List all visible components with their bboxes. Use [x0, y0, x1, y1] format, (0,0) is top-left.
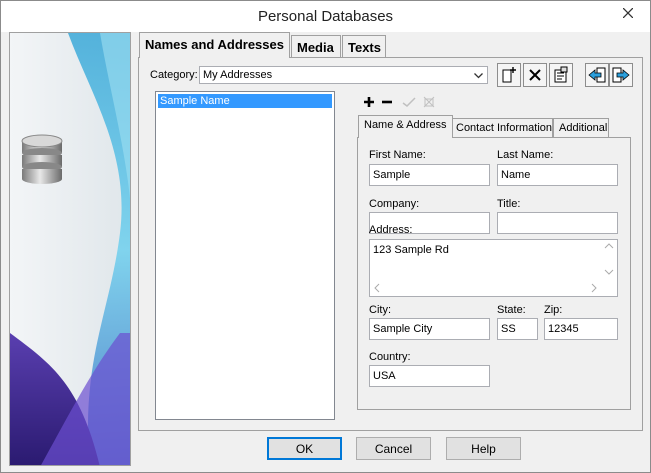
- import-icon: [588, 67, 606, 83]
- names-addresses-panel: Category: My Addresses Sample Name Name …: [138, 57, 643, 431]
- remove-entry-button[interactable]: [379, 94, 395, 110]
- window-title: Personal Databases: [257, 8, 394, 25]
- cancel-button[interactable]: Cancel: [356, 437, 431, 460]
- address-textarea[interactable]: 123 Sample Rd: [369, 239, 618, 297]
- category-label: Category:: [150, 69, 198, 81]
- tab-name-address[interactable]: Name & Address: [358, 115, 453, 138]
- first-name-label: First Name:: [369, 149, 426, 161]
- title-field[interactable]: [497, 212, 618, 234]
- edit-category-button[interactable]: [549, 63, 573, 87]
- state-field[interactable]: SS: [497, 318, 538, 340]
- country-label: Country:: [369, 351, 411, 363]
- city-label: City:: [369, 304, 391, 316]
- address-horizontal-scrollbar[interactable]: [370, 280, 601, 296]
- address-value: 123 Sample Rd: [373, 244, 449, 256]
- address-label: Address:: [369, 224, 413, 236]
- new-category-button[interactable]: [497, 63, 521, 87]
- title-bar: Personal Databases: [1, 1, 650, 32]
- confirm-icon: [402, 97, 416, 107]
- tab-additional[interactable]: Additional: [553, 118, 609, 138]
- names-list[interactable]: Sample Name: [155, 91, 335, 420]
- chevron-down-icon: [474, 70, 483, 82]
- discard-entry-button[interactable]: [421, 94, 437, 110]
- last-name-label: Last Name:: [497, 149, 554, 161]
- delete-category-button[interactable]: [523, 63, 547, 87]
- banner-graphic: [10, 33, 130, 465]
- add-entry-button[interactable]: [361, 94, 377, 110]
- dialog-window: Personal Databases Names and Addresses M…: [0, 0, 651, 473]
- city-field[interactable]: Sample City: [369, 318, 490, 340]
- zip-field[interactable]: 12345: [544, 318, 618, 340]
- export-icon: [612, 67, 630, 83]
- remove-icon: [382, 100, 392, 104]
- first-name-label-text: First Name:: [369, 149, 426, 161]
- confirm-entry-button[interactable]: [401, 94, 417, 110]
- export-button[interactable]: [609, 63, 633, 87]
- new-category-icon: [502, 67, 516, 83]
- tab-names-and-addresses[interactable]: Names and Addresses: [139, 32, 290, 58]
- name-address-panel: First Name: Sample Last Name: Name Compa…: [357, 137, 631, 410]
- database-icon: [20, 133, 64, 188]
- category-select[interactable]: My Addresses: [199, 66, 488, 84]
- address-vertical-scrollbar[interactable]: [601, 240, 617, 280]
- state-label: State:: [497, 304, 526, 316]
- list-item[interactable]: Sample Name: [158, 94, 332, 108]
- import-button[interactable]: [585, 63, 609, 87]
- sidebar-banner: [9, 32, 131, 466]
- close-icon: [623, 8, 633, 18]
- edit-category-icon: [554, 66, 568, 83]
- last-name-field[interactable]: Name: [497, 164, 618, 186]
- discard-icon: [423, 96, 435, 108]
- zip-label: Zip:: [544, 304, 563, 316]
- tab-texts[interactable]: Texts: [342, 35, 386, 58]
- ok-button[interactable]: OK: [267, 437, 342, 460]
- close-button[interactable]: [614, 3, 642, 23]
- delete-category-icon: [529, 69, 541, 81]
- category-value: My Addresses: [203, 69, 273, 81]
- tab-contact-information[interactable]: Contact Information: [450, 118, 553, 138]
- help-button[interactable]: Help: [446, 437, 521, 460]
- add-icon: [364, 97, 374, 107]
- company-label: Company:: [369, 198, 420, 210]
- tab-media[interactable]: Media: [291, 35, 341, 58]
- first-name-field[interactable]: Sample: [369, 164, 490, 186]
- title-label: Title:: [497, 198, 521, 210]
- country-field[interactable]: USA: [369, 365, 490, 387]
